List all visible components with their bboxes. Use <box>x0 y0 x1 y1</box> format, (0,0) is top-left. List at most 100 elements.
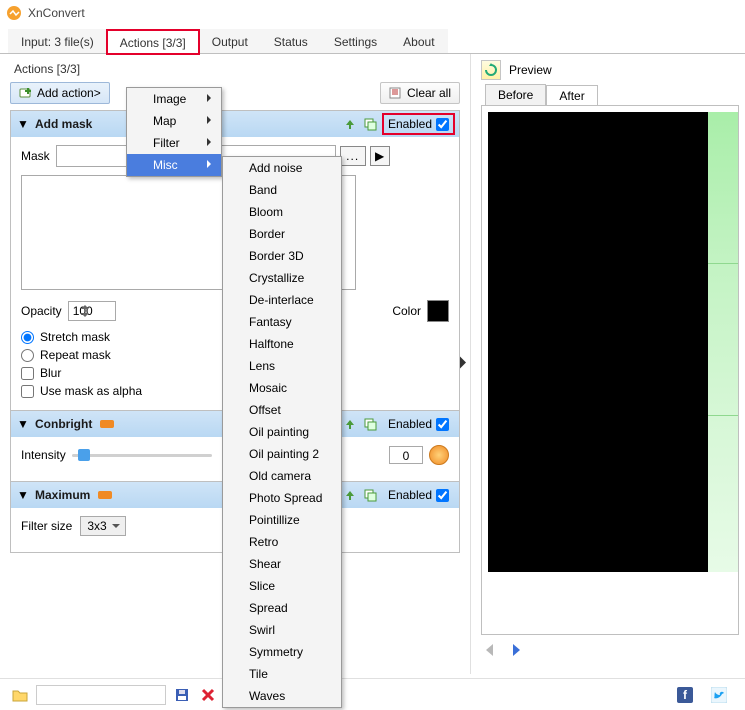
menu-item-photo-spread[interactable]: Photo Spread <box>223 487 341 509</box>
color-label: Color <box>392 304 421 318</box>
menu-map[interactable]: Map <box>127 110 221 132</box>
app-title: XnConvert <box>28 6 85 20</box>
disclosure-icon[interactable]: ▼ <box>17 117 29 131</box>
intensity-label: Intensity <box>21 448 66 462</box>
opacity-input[interactable] <box>68 301 116 321</box>
preview-pane: Preview Before After <box>470 54 745 674</box>
add-action-label: Add action> <box>37 86 101 100</box>
blur-label: Blur <box>40 366 61 380</box>
action-title: Conbright <box>35 417 92 431</box>
twitter-icon[interactable] <box>709 685 729 705</box>
menu-item-halftone[interactable]: Halftone <box>223 333 341 355</box>
stretch-label: Stretch mask <box>40 330 110 344</box>
move-up-icon[interactable] <box>342 116 358 132</box>
tab-settings[interactable]: Settings <box>321 29 390 53</box>
pane-expand-icon[interactable] <box>458 355 468 374</box>
refresh-icon <box>484 63 498 77</box>
prev-image-button[interactable] <box>481 641 499 659</box>
action-title: Maximum <box>35 488 90 502</box>
menu-item-band[interactable]: Band <box>223 179 341 201</box>
tab-input[interactable]: Input: 3 file(s) <box>8 29 107 53</box>
enabled-checkbox[interactable] <box>436 489 449 502</box>
tab-status[interactable]: Status <box>261 29 321 53</box>
next-image-button[interactable] <box>507 641 525 659</box>
menu-item-slice[interactable]: Slice <box>223 575 341 597</box>
menu-item-tile[interactable]: Tile <box>223 663 341 685</box>
menu-label: Misc <box>153 158 178 172</box>
enabled-checkbox[interactable] <box>436 418 449 431</box>
enabled-checkbox[interactable] <box>436 118 449 131</box>
menu-label: Filter <box>153 136 180 150</box>
remove-action-icon[interactable] <box>100 420 114 428</box>
remove-action-icon[interactable] <box>98 491 112 499</box>
menu-misc[interactable]: Misc <box>127 154 221 176</box>
menu-item-fantasy[interactable]: Fantasy <box>223 311 341 333</box>
menu-item-crystallize[interactable]: Crystallize <box>223 267 341 289</box>
add-icon <box>19 86 33 100</box>
app-logo-icon <box>6 5 22 21</box>
menu-item-pointillize[interactable]: Pointillize <box>223 509 341 531</box>
script-path-field[interactable] <box>36 685 166 705</box>
tab-before[interactable]: Before <box>485 84 546 105</box>
add-action-menu[interactable]: Image Map Filter Misc <box>126 87 222 177</box>
enabled-toggle[interactable]: Enabled <box>384 486 453 504</box>
menu-label: Map <box>153 114 176 128</box>
menu-item-waves[interactable]: Waves <box>223 685 341 707</box>
preview-mask-button[interactable]: ▶ <box>370 146 390 166</box>
tab-actions[interactable]: Actions [3/3] <box>107 30 199 54</box>
duplicate-icon[interactable] <box>362 116 378 132</box>
titlebar: XnConvert <box>0 0 745 26</box>
enabled-toggle[interactable]: Enabled <box>384 115 453 133</box>
enabled-label: Enabled <box>388 417 432 431</box>
menu-image[interactable]: Image <box>127 88 221 110</box>
menu-item-add-noise[interactable]: Add noise <box>223 157 341 179</box>
menu-filter[interactable]: Filter <box>127 132 221 154</box>
menu-item-border-3d[interactable]: Border 3D <box>223 245 341 267</box>
reset-intensity-button[interactable] <box>429 445 449 465</box>
menu-item-mosaic[interactable]: Mosaic <box>223 377 341 399</box>
menu-item-oil-painting-2[interactable]: Oil painting 2 <box>223 443 341 465</box>
menu-item-shear[interactable]: Shear <box>223 553 341 575</box>
duplicate-icon[interactable] <box>362 487 378 503</box>
menu-item-retro[interactable]: Retro <box>223 531 341 553</box>
menu-item-offset[interactable]: Offset <box>223 399 341 421</box>
open-folder-button[interactable] <box>10 685 30 705</box>
filter-size-select[interactable]: 3x3 <box>80 516 125 536</box>
preview-image <box>488 112 720 572</box>
clear-all-button[interactable]: Clear all <box>380 82 460 104</box>
menu-item-spread[interactable]: Spread <box>223 597 341 619</box>
action-header-add-mask[interactable]: ▼ Add mask Enabled <box>11 111 459 137</box>
menu-item-bloom[interactable]: Bloom <box>223 201 341 223</box>
menu-item-symmetry[interactable]: Symmetry <box>223 641 341 663</box>
move-up-icon[interactable] <box>342 487 358 503</box>
menu-item-oil-painting[interactable]: Oil painting <box>223 421 341 443</box>
intensity-slider[interactable] <box>72 446 212 464</box>
opacity-label: Opacity <box>21 304 62 318</box>
disclosure-icon[interactable]: ▼ <box>17 417 29 431</box>
menu-item-border[interactable]: Border <box>223 223 341 245</box>
bottom-toolbar: f <box>0 678 745 710</box>
add-action-button[interactable]: Add action> <box>10 82 110 104</box>
save-script-button[interactable] <box>172 685 192 705</box>
move-up-icon[interactable] <box>342 416 358 432</box>
main-tabs: Input: 3 file(s) Actions [3/3] Output St… <box>0 26 745 54</box>
disclosure-icon[interactable]: ▼ <box>17 488 29 502</box>
delete-script-button[interactable] <box>198 685 218 705</box>
preview-viewport[interactable] <box>481 105 739 635</box>
browse-mask-button[interactable]: ... <box>340 146 366 166</box>
refresh-preview-button[interactable] <box>481 60 501 80</box>
menu-item-swirl[interactable]: Swirl <box>223 619 341 641</box>
menu-item-old-camera[interactable]: Old camera <box>223 465 341 487</box>
tab-about[interactable]: About <box>390 29 447 53</box>
clear-all-label: Clear all <box>407 86 451 100</box>
menu-item-lens[interactable]: Lens <box>223 355 341 377</box>
misc-submenu[interactable]: Add noiseBandBloomBorderBorder 3DCrystal… <box>222 156 342 708</box>
menu-item-de-interlace[interactable]: De-interlace <box>223 289 341 311</box>
color-picker[interactable] <box>427 300 449 322</box>
intensity-value[interactable]: 0 <box>389 446 423 464</box>
tab-after[interactable]: After <box>546 85 597 106</box>
duplicate-icon[interactable] <box>362 416 378 432</box>
facebook-icon[interactable]: f <box>675 685 695 705</box>
enabled-toggle[interactable]: Enabled <box>384 415 453 433</box>
tab-output[interactable]: Output <box>199 29 261 53</box>
